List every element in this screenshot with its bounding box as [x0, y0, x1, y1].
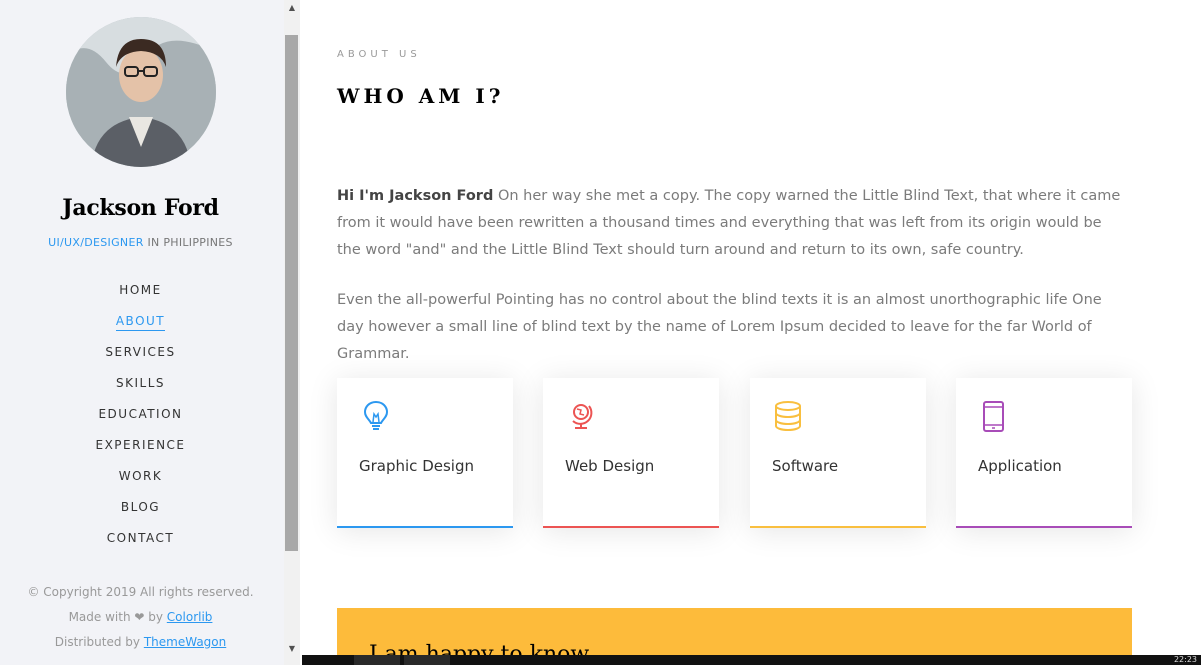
lightbulb-icon	[363, 400, 389, 430]
nav-item-education: EDUCATION	[0, 405, 281, 436]
role-title: UI/UX/DESIGNER	[48, 236, 144, 249]
themewagon-link[interactable]: ThemeWagon	[144, 635, 226, 649]
made-with-by: by	[144, 610, 167, 624]
taskbar-app-button[interactable]	[354, 655, 400, 665]
service-label: Web Design	[565, 457, 655, 475]
nav-link-blog[interactable]: BLOG	[121, 499, 160, 516]
nav-item-experience: EXPERIENCE	[0, 436, 281, 467]
distributed-prefix: Distributed by	[54, 635, 144, 649]
mobile-icon	[983, 401, 1004, 432]
profile-name: Jackson Ford	[62, 195, 219, 221]
os-taskbar: 22:23	[302, 655, 1201, 665]
avatar	[66, 17, 216, 167]
sidebar: Jackson Ford UI/UX/DESIGNER IN PHILIPPIN…	[0, 0, 285, 665]
nav-link-work[interactable]: WORK	[119, 468, 163, 485]
nav-item-contact: CONTACT	[0, 529, 281, 560]
service-accent-bar	[337, 526, 513, 528]
about-second-paragraph: Even the all-powerful Pointing has no co…	[337, 292, 1102, 362]
service-label: Application	[978, 457, 1062, 475]
scrollbar-thumb[interactable]	[285, 35, 298, 551]
taskbar-clock: 22:23	[1173, 655, 1197, 664]
service-label: Graphic Design	[359, 457, 474, 475]
nav-link-experience[interactable]: EXPERIENCE	[95, 437, 185, 454]
nav-item-about: ABOUT	[0, 312, 281, 343]
sidebar-scrollbar[interactable]: ▲ ▼	[284, 0, 300, 665]
role-location: IN PHILIPPINES	[143, 236, 233, 249]
service-card-application[interactable]: Application	[956, 378, 1132, 528]
nav-link-skills[interactable]: SKILLS	[116, 375, 165, 392]
profile-role: UI/UX/DESIGNER IN PHILIPPINES	[0, 236, 281, 249]
globe-icon	[572, 404, 593, 429]
about-intro-paragraph: Hi I'm Jackson Ford On her way she met a…	[337, 183, 1127, 264]
made-with-text: Made with ❤ by Colorlib	[0, 608, 281, 633]
service-card-web-design[interactable]: Web Design	[543, 378, 719, 528]
main-content: ABOUT US WHO AM I? Hi I'm Jackson Ford O…	[300, 0, 1201, 665]
sidebar-footer: © Copyright 2019 All rights reserved. Ma…	[0, 583, 281, 658]
nav-link-contact[interactable]: CONTACT	[107, 530, 174, 547]
scroll-up-arrow-icon[interactable]: ▲	[284, 0, 300, 16]
made-with-prefix: Made with	[68, 610, 135, 624]
service-label: Software	[772, 457, 839, 475]
intro-name: Hi I'm Jackson Ford	[337, 188, 494, 204]
heart-icon: ❤	[134, 610, 145, 624]
nav-item-home: HOME	[0, 281, 281, 312]
main-nav: HOME ABOUT SERVICES SKILLS EDUCATION EXP…	[0, 281, 281, 560]
nav-link-about[interactable]: ABOUT	[115, 313, 166, 331]
nav-link-education[interactable]: EDUCATION	[98, 406, 182, 423]
nav-item-blog: BLOG	[0, 498, 281, 529]
distributed-text: Distributed by ThemeWagon	[0, 633, 281, 658]
section-eyebrow: ABOUT US	[337, 49, 421, 60]
service-accent-bar	[543, 526, 719, 528]
service-card-graphic-design[interactable]: Graphic Design	[337, 378, 513, 528]
nav-item-services: SERVICES	[0, 343, 281, 374]
colorlib-link[interactable]: Colorlib	[167, 610, 213, 624]
service-accent-bar	[750, 526, 926, 528]
nav-link-home[interactable]: HOME	[119, 282, 161, 299]
service-accent-bar	[956, 526, 1132, 528]
nav-link-services[interactable]: SERVICES	[105, 344, 175, 361]
database-icon	[775, 401, 801, 432]
nav-item-skills: SKILLS	[0, 374, 281, 405]
taskbar-app-button[interactable]	[404, 655, 450, 665]
service-card-software[interactable]: Software	[750, 378, 926, 528]
copyright-text: © Copyright 2019 All rights reserved.	[27, 585, 254, 599]
nav-item-work: WORK	[0, 467, 281, 498]
section-heading: WHO AM I?	[337, 84, 505, 108]
scroll-down-arrow-icon[interactable]: ▼	[284, 641, 300, 657]
